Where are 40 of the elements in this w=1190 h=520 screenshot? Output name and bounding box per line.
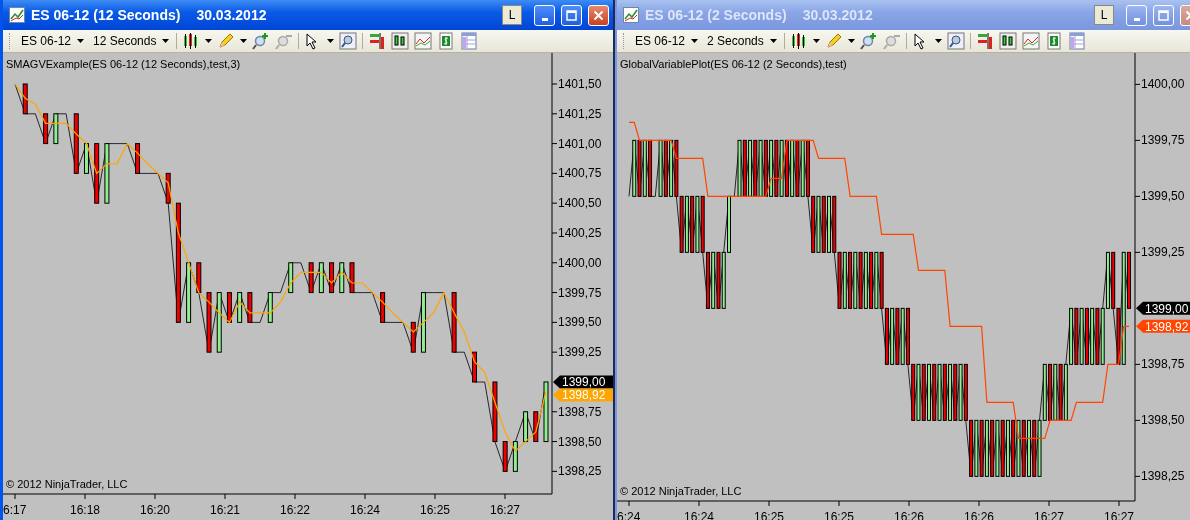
copyright-text: © 2012 NinjaTrader, LLC (620, 485, 742, 497)
time-label: 16:22 (280, 503, 310, 517)
copyright-text: © 2012 NinjaTrader, LLC (6, 478, 128, 490)
price-label: 1398,25 (1141, 469, 1185, 484)
time-label: 16:25 (420, 503, 450, 517)
time-label: 16:20 (140, 503, 170, 517)
window-date: 30.03.2012 (802, 7, 873, 23)
price-label: 1401,25 (558, 106, 602, 121)
price-tag: 1398,92 (1136, 319, 1190, 334)
price-label: 1399,50 (1141, 189, 1185, 204)
price-label: 1400,75 (558, 166, 602, 181)
price-tag: 1398,92 (553, 388, 613, 403)
price-label: 1400,00 (1141, 77, 1185, 92)
price-label: 1400,25 (558, 226, 602, 240)
price-label: 1399,25 (1141, 245, 1185, 260)
window-date: 30.03.2012 (196, 7, 267, 23)
price-tag: 1399,00 (1136, 301, 1190, 316)
price-label: 1401,00 (558, 136, 602, 151)
time-label: 16:18 (70, 503, 100, 517)
price-label: 1398,75 (1141, 357, 1185, 372)
price-label: 1400,00 (558, 255, 602, 270)
window-title: ES 06-12 (2 Seconds) (645, 7, 787, 23)
time-label: 16:21 (210, 503, 240, 517)
time-label: 16:27 (490, 503, 520, 517)
price-label: 1399,25 (558, 345, 602, 360)
window-title: ES 06-12 (12 Seconds) (31, 7, 181, 23)
price-label: 1401,50 (558, 77, 602, 91)
time-label: 16:24 (350, 503, 380, 517)
price-label: 1398,50 (1141, 413, 1185, 428)
price-tag: 1399,00 (553, 375, 613, 390)
price-label: 1399,75 (558, 285, 602, 300)
price-label: 1398,75 (558, 404, 602, 419)
price-label: 1399,75 (1141, 133, 1185, 148)
indicator-label: GlobalVariablePlot(ES 06-12 (2 Seconds),test) (620, 58, 847, 70)
time-label: 6:17 (3, 503, 27, 517)
price-label: 1400,50 (558, 196, 602, 211)
indicator-label: SMAGVExample(ES 06-12 (12 Seconds),test,3) (6, 58, 241, 70)
price-label: 1398,25 (558, 464, 602, 479)
price-label: 1398,50 (558, 434, 602, 449)
price-label: 1399,50 (558, 315, 602, 330)
